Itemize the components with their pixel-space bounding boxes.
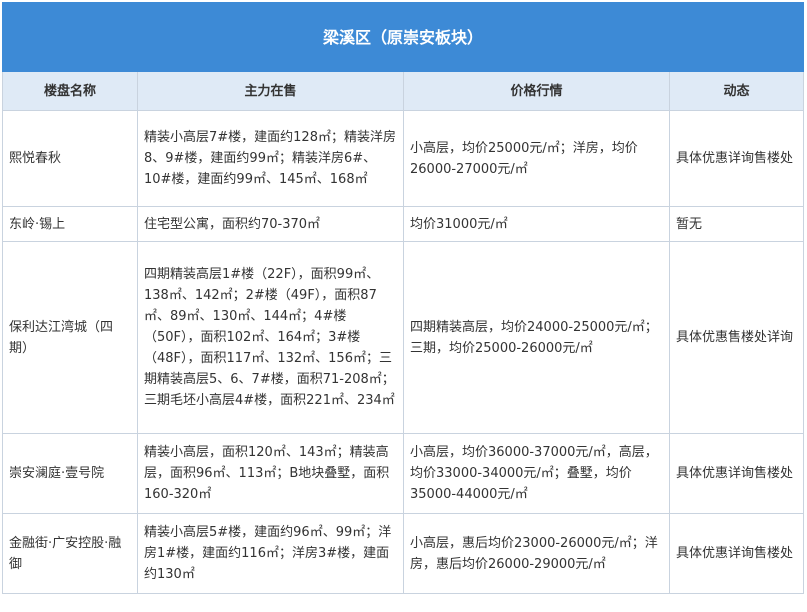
cell-price: 四期精装高层，均价24000-25000元/㎡；三期，均价25000-26000… [403, 241, 670, 434]
cell-sale: 精装小高层，面积120㎡、143㎡；精装高层，面积96㎡、113㎡；B地块叠墅，… [137, 433, 404, 514]
header-sale: 主力在售 [137, 71, 404, 111]
table-header-row: 楼盘名称 主力在售 价格行情 动态 [2, 71, 805, 111]
cell-name: 熙悦春秋 [2, 110, 138, 207]
cell-name: 保利达江湾城（四期） [2, 241, 138, 434]
cell-price: 小高层，均价36000-37000元/㎡，高层，均价33000-34000元/㎡… [403, 433, 670, 514]
cell-status: 具体优惠售楼处详询 [668, 241, 805, 434]
cell-sale: 住宅型公寓，面积约70-370㎡ [137, 206, 404, 242]
cell-name: 金融街·广安控股·融御 [2, 513, 138, 594]
table-row: 熙悦春秋 精装小高层7#楼，建面约128㎡；精装洋房8、9#楼，建面约99㎡；精… [2, 110, 805, 207]
table-row: 保利达江湾城（四期） 四期精装高层1#楼（22F），面积99㎡、138㎡、142… [2, 241, 805, 434]
header-name: 楼盘名称 [2, 71, 138, 111]
property-table-container: 梁溪区（原崇安板块） 楼盘名称 主力在售 价格行情 动态 熙悦春秋 精装小高层7… [1, 2, 805, 594]
cell-sale: 精装小高层7#楼，建面约128㎡；精装洋房8、9#楼，建面约99㎡；精装洋房6#… [137, 110, 404, 207]
table-title-row: 梁溪区（原崇安板块） [1, 2, 805, 72]
cell-sale: 四期精装高层1#楼（22F），面积99㎡、138㎡、142㎡；2#楼（49F），… [137, 241, 404, 434]
cell-status: 具体优惠详询售楼处 [668, 433, 805, 514]
property-table: 梁溪区（原崇安板块） 楼盘名称 主力在售 价格行情 动态 熙悦春秋 精装小高层7… [1, 2, 805, 594]
header-status: 动态 [668, 71, 805, 111]
cell-status: 具体优惠详询售楼处 [668, 110, 805, 207]
cell-price: 小高层，惠后均价23000-26000元/㎡；洋房，惠后均价26000-2900… [403, 513, 670, 594]
cell-status: 暂无 [668, 206, 805, 242]
header-price: 价格行情 [403, 71, 670, 111]
table-row: 东岭·锡上 住宅型公寓，面积约70-370㎡ 均价31000元/㎡ 暂无 [2, 206, 805, 242]
table-title: 梁溪区（原崇安板块） [1, 2, 805, 72]
cell-price: 小高层，均价25000元/㎡；洋房，均价26000-27000元/㎡ [403, 110, 670, 207]
cell-sale: 精装小高层5#楼，建面约96㎡、99㎡；洋房1#楼，建面约116㎡；洋房3#楼，… [137, 513, 404, 594]
cell-price: 均价31000元/㎡ [403, 206, 670, 242]
table-row: 崇安澜庭·壹号院 精装小高层，面积120㎡、143㎡；精装高层，面积96㎡、11… [2, 433, 805, 514]
table-row: 金融街·广安控股·融御 精装小高层5#楼，建面约96㎡、99㎡；洋房1#楼，建面… [2, 513, 805, 594]
cell-name: 崇安澜庭·壹号院 [2, 433, 138, 514]
cell-name: 东岭·锡上 [2, 206, 138, 242]
cell-status: 具体优惠详询售楼处 [668, 513, 805, 594]
